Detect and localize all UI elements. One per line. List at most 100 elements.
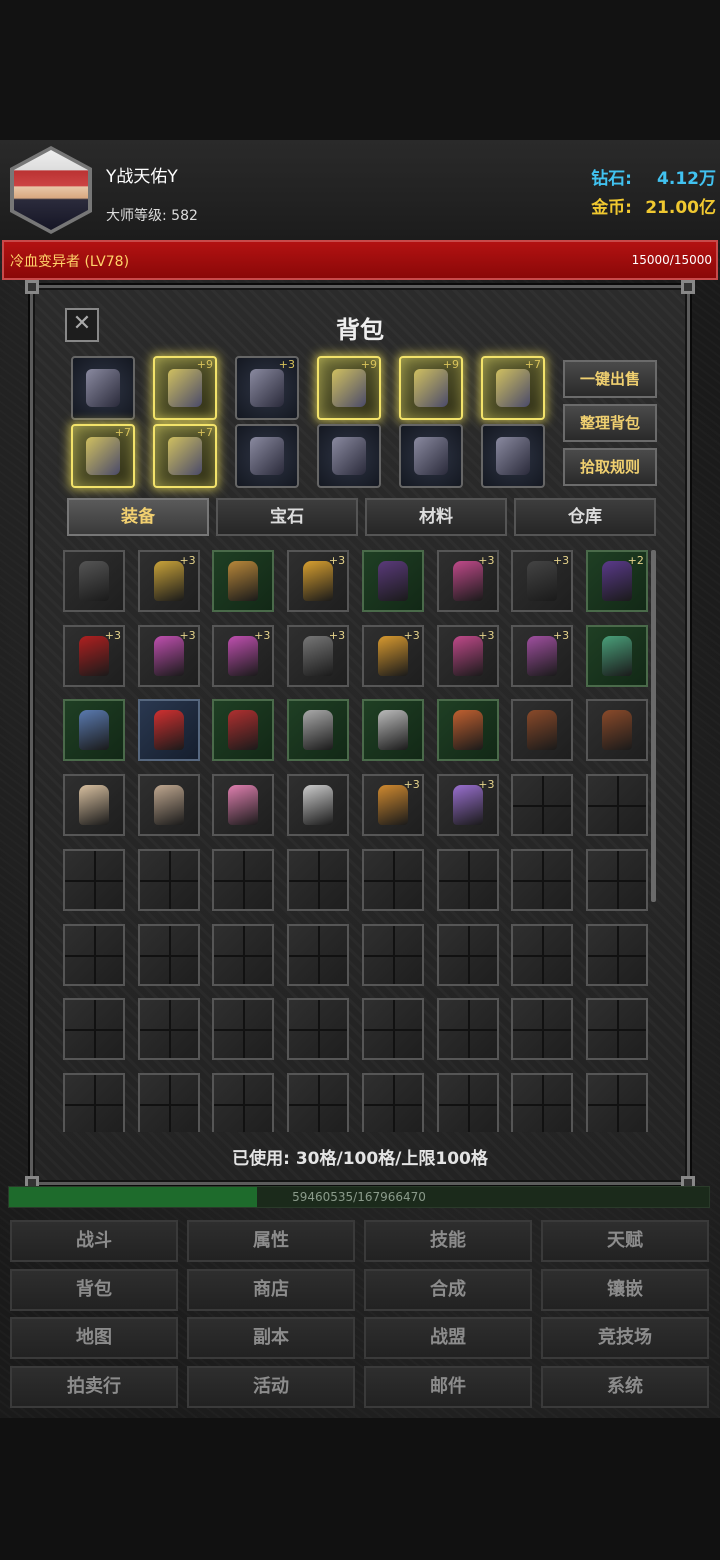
inventory-item[interactable] [511, 699, 574, 762]
equip-slot-ring-left[interactable] [317, 424, 381, 488]
inventory-item[interactable] [361, 699, 424, 762]
empty-slot[interactable] [585, 1072, 648, 1132]
inventory-item[interactable]: +3 [63, 624, 125, 687]
empty-slot[interactable] [511, 1072, 574, 1132]
inventory-item[interactable]: +2 [585, 550, 648, 612]
empty-slot[interactable] [212, 998, 275, 1061]
empty-slot[interactable] [436, 923, 499, 986]
inventory-item[interactable] [212, 550, 275, 612]
menu-mail-button[interactable]: 邮件 [364, 1365, 532, 1408]
tab-equipment[interactable]: 装备 [67, 498, 209, 536]
empty-slot[interactable] [137, 848, 200, 911]
tab-gems[interactable]: 宝石 [216, 498, 358, 536]
empty-slot[interactable] [511, 923, 574, 986]
empty-slot[interactable] [436, 998, 499, 1061]
menu-attributes-button[interactable]: 属性 [187, 1220, 355, 1262]
equip-slot-pet[interactable] [481, 424, 545, 488]
inventory-item[interactable] [585, 624, 648, 687]
empty-slot[interactable] [511, 998, 574, 1061]
player-avatar[interactable] [10, 146, 92, 234]
inventory-grid[interactable]: +3 +3 +3 +3 +2 +3 +3 +3 +3 +3 +3 +3 +3 +3 [63, 550, 653, 1132]
empty-slot[interactable] [287, 1072, 350, 1132]
equip-slot-chest-armor[interactable]: +9 [153, 356, 217, 420]
inventory-item[interactable] [63, 550, 125, 612]
empty-slot[interactable] [137, 923, 200, 986]
empty-slot[interactable] [63, 848, 125, 911]
equip-slot-leg-armor[interactable]: +3 [235, 356, 299, 420]
menu-shop-button[interactable]: 商店 [187, 1268, 355, 1311]
menu-talents-button[interactable]: 天赋 [541, 1220, 709, 1262]
equip-slot-ring-right[interactable] [399, 424, 463, 488]
inventory-item[interactable]: +3 [287, 624, 350, 687]
inventory-scrollbar[interactable] [651, 550, 656, 902]
empty-slot[interactable] [287, 998, 350, 1061]
menu-backpack-button[interactable]: 背包 [10, 1268, 178, 1311]
equip-slot-weapon-left[interactable]: +7 [71, 424, 135, 488]
sort-bag-button[interactable]: 整理背包 [563, 404, 657, 442]
menu-arena-button[interactable]: 竞技场 [541, 1317, 709, 1359]
sell-all-button[interactable]: 一键出售 [563, 360, 657, 398]
equip-slot-weapon-right[interactable]: +7 [153, 424, 217, 488]
menu-synthesis-button[interactable]: 合成 [364, 1268, 532, 1311]
empty-slot[interactable] [585, 848, 648, 911]
inventory-item[interactable] [137, 699, 200, 762]
menu-system-button[interactable]: 系统 [541, 1365, 709, 1408]
empty-slot[interactable] [511, 848, 574, 911]
inventory-item[interactable]: +3 [137, 624, 200, 687]
pickup-rules-button[interactable]: 拾取规则 [563, 448, 657, 486]
menu-dungeon-button[interactable]: 副本 [187, 1317, 355, 1359]
empty-slot[interactable] [137, 998, 200, 1061]
empty-slot[interactable] [585, 998, 648, 1061]
menu-skills-button[interactable]: 技能 [364, 1220, 532, 1262]
menu-guild-button[interactable]: 战盟 [364, 1317, 532, 1359]
inventory-item[interactable]: +3 [212, 624, 275, 687]
menu-events-button[interactable]: 活动 [187, 1365, 355, 1408]
inventory-item[interactable]: +3 [511, 550, 574, 612]
empty-slot[interactable] [361, 998, 424, 1061]
empty-slot[interactable] [212, 923, 275, 986]
equip-slot-necklace[interactable] [235, 424, 299, 488]
inventory-item[interactable] [361, 550, 424, 612]
menu-map-button[interactable]: 地图 [10, 1317, 178, 1359]
inventory-item[interactable] [287, 699, 350, 762]
inventory-item[interactable] [63, 774, 125, 837]
empty-slot[interactable] [585, 923, 648, 986]
inventory-item[interactable]: +3 [361, 624, 424, 687]
empty-slot[interactable] [436, 848, 499, 911]
inventory-item[interactable]: +3 [287, 550, 350, 612]
inventory-item[interactable]: +3 [511, 624, 574, 687]
inventory-item[interactable]: +3 [361, 774, 424, 837]
empty-slot[interactable] [511, 774, 574, 837]
empty-slot[interactable] [361, 848, 424, 911]
tab-warehouse[interactable]: 仓库 [514, 498, 656, 536]
inventory-item[interactable] [287, 774, 350, 837]
inventory-item[interactable] [137, 774, 200, 837]
empty-slot[interactable] [63, 1072, 125, 1132]
empty-slot[interactable] [63, 998, 125, 1061]
empty-slot[interactable] [287, 923, 350, 986]
equip-slot-wings[interactable]: +7 [481, 356, 545, 420]
inventory-item[interactable]: +3 [137, 550, 200, 612]
inventory-item[interactable] [436, 699, 499, 762]
empty-slot[interactable] [63, 923, 125, 986]
inventory-item[interactable] [212, 699, 275, 762]
empty-slot[interactable] [585, 774, 648, 837]
tab-materials[interactable]: 材料 [365, 498, 507, 536]
menu-battle-button[interactable]: 战斗 [10, 1220, 178, 1262]
empty-slot[interactable] [212, 1072, 275, 1132]
empty-slot[interactable] [287, 848, 350, 911]
inventory-item[interactable]: +3 [436, 774, 499, 837]
menu-auction-button[interactable]: 拍卖行 [10, 1365, 178, 1408]
inventory-item[interactable]: +3 [436, 624, 499, 687]
empty-slot[interactable] [212, 848, 275, 911]
inventory-item[interactable] [585, 699, 648, 762]
menu-inlay-button[interactable]: 镶嵌 [541, 1268, 709, 1311]
equip-slot-gloves[interactable]: +9 [317, 356, 381, 420]
equip-slot-helmet[interactable] [71, 356, 135, 420]
equip-slot-boots[interactable]: +9 [399, 356, 463, 420]
empty-slot[interactable] [361, 923, 424, 986]
empty-slot[interactable] [436, 1072, 499, 1132]
empty-slot[interactable] [137, 1072, 200, 1132]
inventory-item[interactable]: +3 [436, 550, 499, 612]
inventory-item[interactable] [212, 774, 275, 837]
